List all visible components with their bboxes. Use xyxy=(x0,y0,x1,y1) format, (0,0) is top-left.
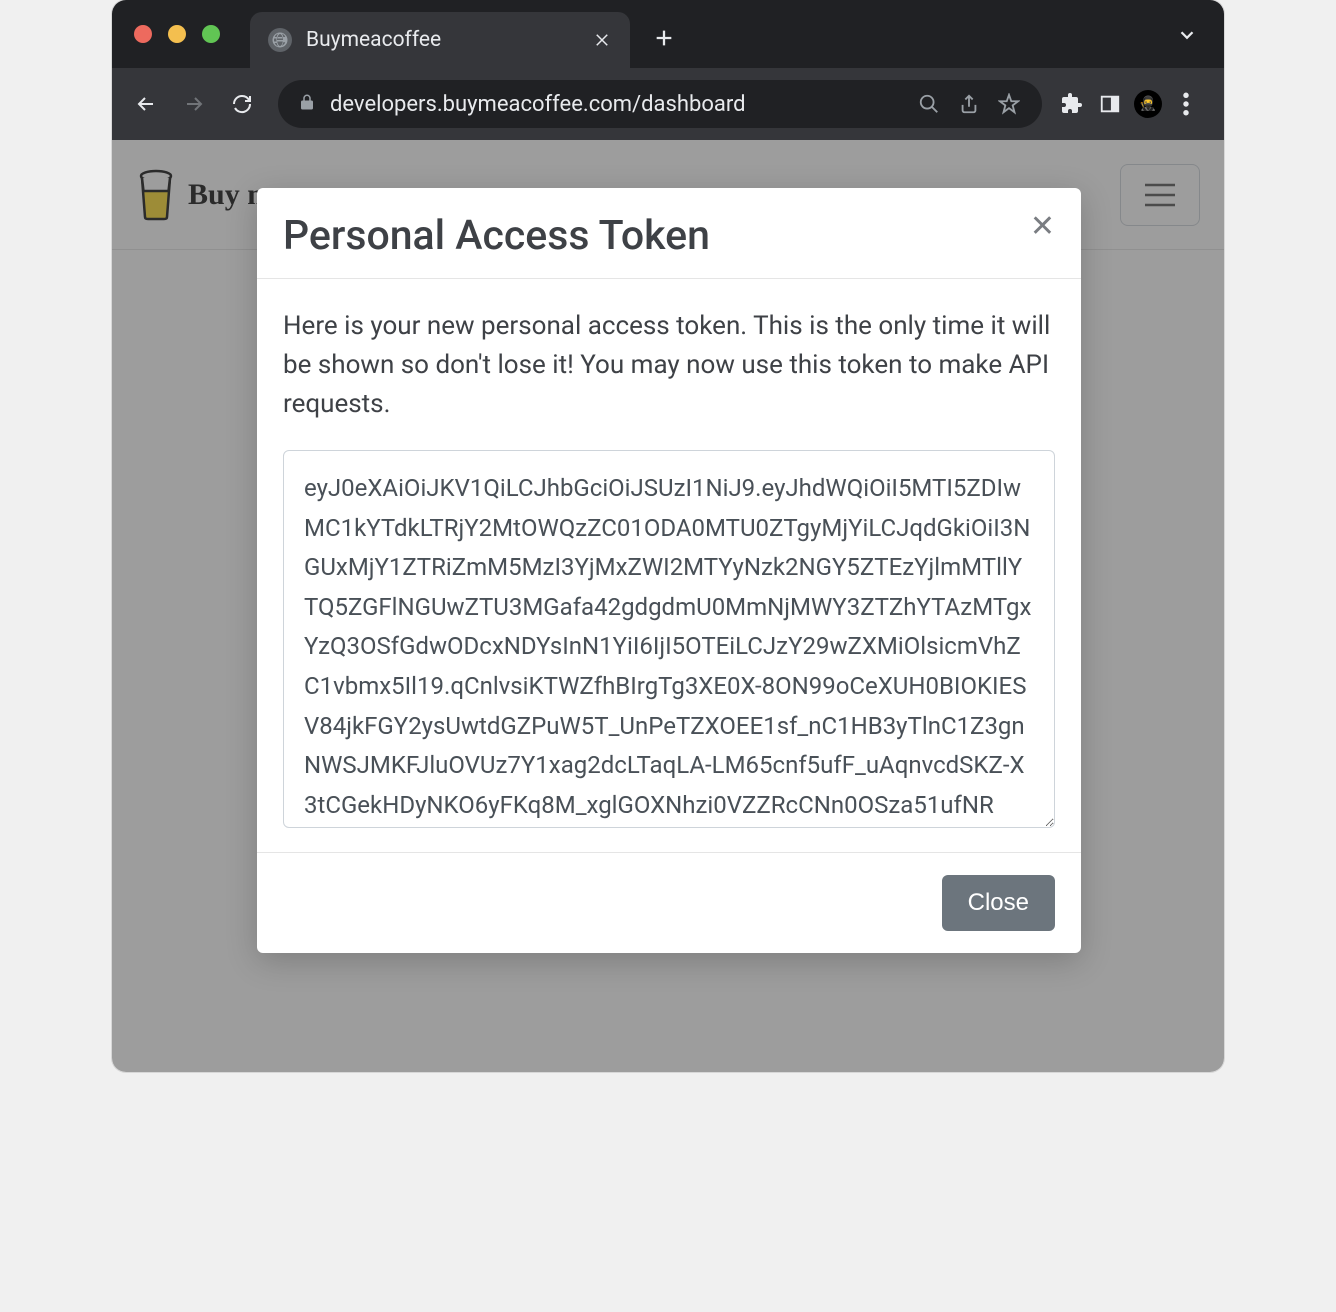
modal-title: Personal Access Token xyxy=(283,212,710,260)
tabs-dropdown-button[interactable] xyxy=(1176,24,1198,50)
window-close-button[interactable] xyxy=(134,25,152,43)
browser-toolbar: developers.buymeacoffee.com/dashboard 🥷 xyxy=(112,68,1224,140)
lock-icon xyxy=(298,92,316,117)
tab-title: Buymeacoffee xyxy=(306,28,578,52)
profile-avatar[interactable]: 🥷 xyxy=(1134,90,1162,118)
bookmark-star-icon[interactable] xyxy=(996,91,1022,117)
side-panel-button[interactable] xyxy=(1096,90,1124,118)
window-maximize-button[interactable] xyxy=(202,25,220,43)
tab-close-button[interactable] xyxy=(592,30,612,50)
forward-button[interactable] xyxy=(174,84,214,124)
window-minimize-button[interactable] xyxy=(168,25,186,43)
extensions-button[interactable] xyxy=(1058,90,1086,118)
modal-header: Personal Access Token ✕ xyxy=(257,188,1081,279)
browser-window: Buymeacoffee developers.buymeacoffee.com… xyxy=(112,0,1224,1072)
browser-menu-button[interactable] xyxy=(1172,90,1200,118)
modal-description: Here is your new personal access token. … xyxy=(283,307,1055,424)
browser-titlebar: Buymeacoffee xyxy=(112,0,1224,68)
browser-tab[interactable]: Buymeacoffee xyxy=(250,12,630,68)
share-icon[interactable] xyxy=(956,91,982,117)
globe-icon xyxy=(268,28,292,52)
token-textarea[interactable] xyxy=(283,450,1055,828)
reload-button[interactable] xyxy=(222,84,262,124)
access-token-modal: Personal Access Token ✕ Here is your new… xyxy=(257,188,1081,953)
new-tab-button[interactable] xyxy=(650,24,678,52)
back-button[interactable] xyxy=(126,84,166,124)
close-button[interactable]: Close xyxy=(942,875,1055,931)
modal-body: Here is your new personal access token. … xyxy=(257,279,1081,852)
search-icon[interactable] xyxy=(916,91,942,117)
address-bar[interactable]: developers.buymeacoffee.com/dashboard xyxy=(278,80,1042,128)
url-text: developers.buymeacoffee.com/dashboard xyxy=(330,92,902,117)
modal-footer: Close xyxy=(257,852,1081,953)
modal-close-button[interactable]: ✕ xyxy=(1030,212,1055,242)
window-controls xyxy=(134,25,220,43)
